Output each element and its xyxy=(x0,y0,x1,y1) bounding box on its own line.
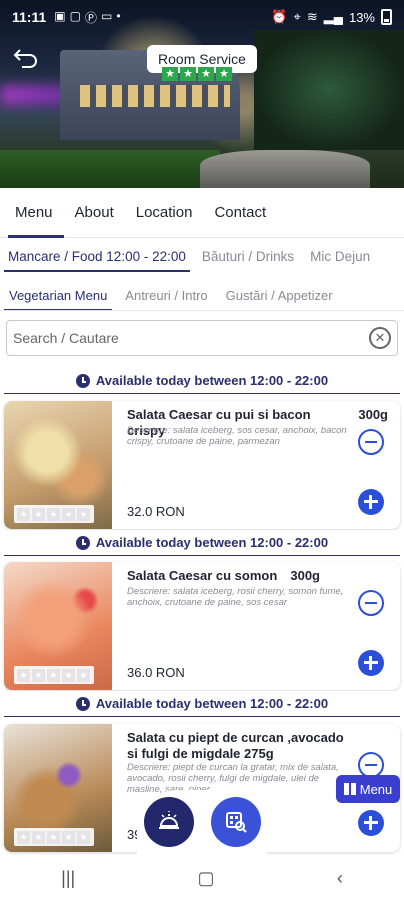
battery-text: 13% xyxy=(348,9,375,25)
dot-icon: • xyxy=(116,8,121,23)
category-breakfast[interactable]: Mic Dejun xyxy=(302,240,378,274)
dish-description: Descriere: salata iceberg, sos cesar, an… xyxy=(127,425,347,447)
star-icon: ★ xyxy=(32,830,45,844)
home-icon[interactable]: ▢ xyxy=(198,868,215,889)
star-icon: ★ xyxy=(47,830,60,844)
clock-icon xyxy=(75,373,90,388)
star-icon: ★ xyxy=(17,668,30,682)
tab-location[interactable]: Location xyxy=(125,188,204,238)
availability-banner: Available today between 12:00 - 22:00 xyxy=(4,691,400,717)
star-icon: ★ xyxy=(162,67,178,81)
photo-icon: ▢ xyxy=(69,8,81,23)
remove-item-button[interactable] xyxy=(358,429,384,455)
dish-price: 36.0 RON xyxy=(127,665,185,680)
search-bar: ✕ xyxy=(6,320,398,356)
dish-weight: 300g xyxy=(290,568,320,583)
dish-name: Salata Caesar cu somon xyxy=(127,568,278,583)
pay-icon: Ⓟ xyxy=(84,10,97,25)
star-icon: ★ xyxy=(198,67,214,81)
add-item-button[interactable] xyxy=(358,650,384,676)
star-icon: ★ xyxy=(62,830,75,844)
dish-description: Descriere: piept de curcan la gratar, mi… xyxy=(127,762,339,795)
hotel-rating: ★ ★ ★ ★ xyxy=(162,67,242,81)
star-icon: ★ xyxy=(32,668,45,682)
availability-banner: Available today between 12:00 - 22:00 xyxy=(4,530,400,556)
close-icon[interactable]: ✕ xyxy=(369,327,391,349)
add-item-button[interactable] xyxy=(358,810,384,836)
battery-icon xyxy=(381,9,392,25)
category-drinks[interactable]: Băuturi / Drinks xyxy=(194,240,302,274)
image-icon: ▣ xyxy=(54,8,66,23)
room-service-button[interactable] xyxy=(144,797,194,847)
dish-photo: ★ ★ ★ ★ ★ xyxy=(4,562,112,690)
dish-name: Salata cu piept de curcan ,avocado si fu… xyxy=(127,730,344,761)
search-document-icon xyxy=(226,812,247,833)
system-navigation-bar: ||| ▢ ‹ xyxy=(0,856,404,900)
grid-icon xyxy=(343,783,356,795)
tab-about[interactable]: About xyxy=(64,188,125,238)
status-bar: 11:11 ▣ ▢ Ⓟ ▭ • ⏰ ⌖ ≋ ▂▄ 13% xyxy=(0,0,404,34)
back-button[interactable] xyxy=(12,46,40,70)
signal-icon: ▂▄ xyxy=(323,9,343,24)
status-time: 11:11 xyxy=(12,9,47,25)
service-bell-icon xyxy=(159,811,179,829)
star-icon: ★ xyxy=(32,507,45,521)
star-icon: ★ xyxy=(62,507,75,521)
clock-icon xyxy=(75,696,90,711)
wifi-icon: ≋ xyxy=(306,9,318,24)
tab-menu[interactable]: Menu xyxy=(4,188,64,238)
star-icon: ★ xyxy=(77,830,90,844)
menu-item-card[interactable]: ★ ★ ★ ★ ★ Salata Caesar cu somon 300g Descri… xyxy=(4,562,400,690)
dish-weight: 275g xyxy=(244,746,274,761)
back-icon[interactable]: ‹ xyxy=(337,868,343,889)
remove-item-button[interactable] xyxy=(358,590,384,616)
dish-rating: ★ ★ ★ ★ ★ xyxy=(14,505,94,523)
star-icon: ★ xyxy=(77,507,90,521)
subcategory-vegetarian[interactable]: Vegetarian Menu xyxy=(0,281,116,310)
subcategory-tabs: Vegetarian Menu Antreuri / Intro Gustări… xyxy=(0,281,404,311)
menu-item-card[interactable]: ★ ★ ★ ★ ★ Salata Caesar cu pui si bacon cris… xyxy=(4,401,400,529)
dish-photo: ★ ★ ★ ★ ★ xyxy=(4,724,112,852)
dish-price: 32.0 RON xyxy=(127,504,185,519)
star-icon: ★ xyxy=(77,668,90,682)
laptop-icon: ▭ xyxy=(100,8,113,23)
star-icon: ★ xyxy=(17,507,30,521)
scan-menu-button[interactable] xyxy=(211,797,261,847)
subcategory-intro[interactable]: Antreuri / Intro xyxy=(116,281,216,310)
dish-rating: ★ ★ ★ ★ ★ xyxy=(14,828,94,846)
star-icon: ★ xyxy=(62,668,75,682)
category-tabs: Mancare / Food 12:00 - 22:00 Băuturi / D… xyxy=(0,240,404,274)
star-icon: ★ xyxy=(180,67,196,81)
availability-banner: Available today between 12:00 - 22:00 xyxy=(4,368,400,394)
recents-icon[interactable]: ||| xyxy=(61,868,75,889)
alarm-icon: ⏰ xyxy=(271,9,288,24)
category-food[interactable]: Mancare / Food 12:00 - 22:00 xyxy=(0,240,194,274)
dish-rating: ★ ★ ★ ★ ★ xyxy=(14,666,94,684)
search-input[interactable] xyxy=(13,330,369,346)
main-nav: Menu About Location Contact xyxy=(0,188,404,238)
add-item-button[interactable] xyxy=(358,489,384,515)
menu-float-button[interactable]: Menu xyxy=(336,775,400,803)
star-icon: ★ xyxy=(216,67,232,81)
dish-weight: 300g xyxy=(358,407,388,422)
star-icon: ★ xyxy=(47,507,60,521)
dish-description: Descriere: salata iceberg, rosii cherry,… xyxy=(127,586,344,608)
star-icon: ★ xyxy=(47,668,60,682)
dish-photo: ★ ★ ★ ★ ★ xyxy=(4,401,112,529)
tab-contact[interactable]: Contact xyxy=(203,188,277,238)
star-icon: ★ xyxy=(17,830,30,844)
location-icon: ⌖ xyxy=(293,9,301,24)
back-arrow-icon xyxy=(13,49,37,68)
clock-icon xyxy=(75,535,90,550)
subcategory-appetizer[interactable]: Gustări / Appetizer xyxy=(217,281,342,310)
